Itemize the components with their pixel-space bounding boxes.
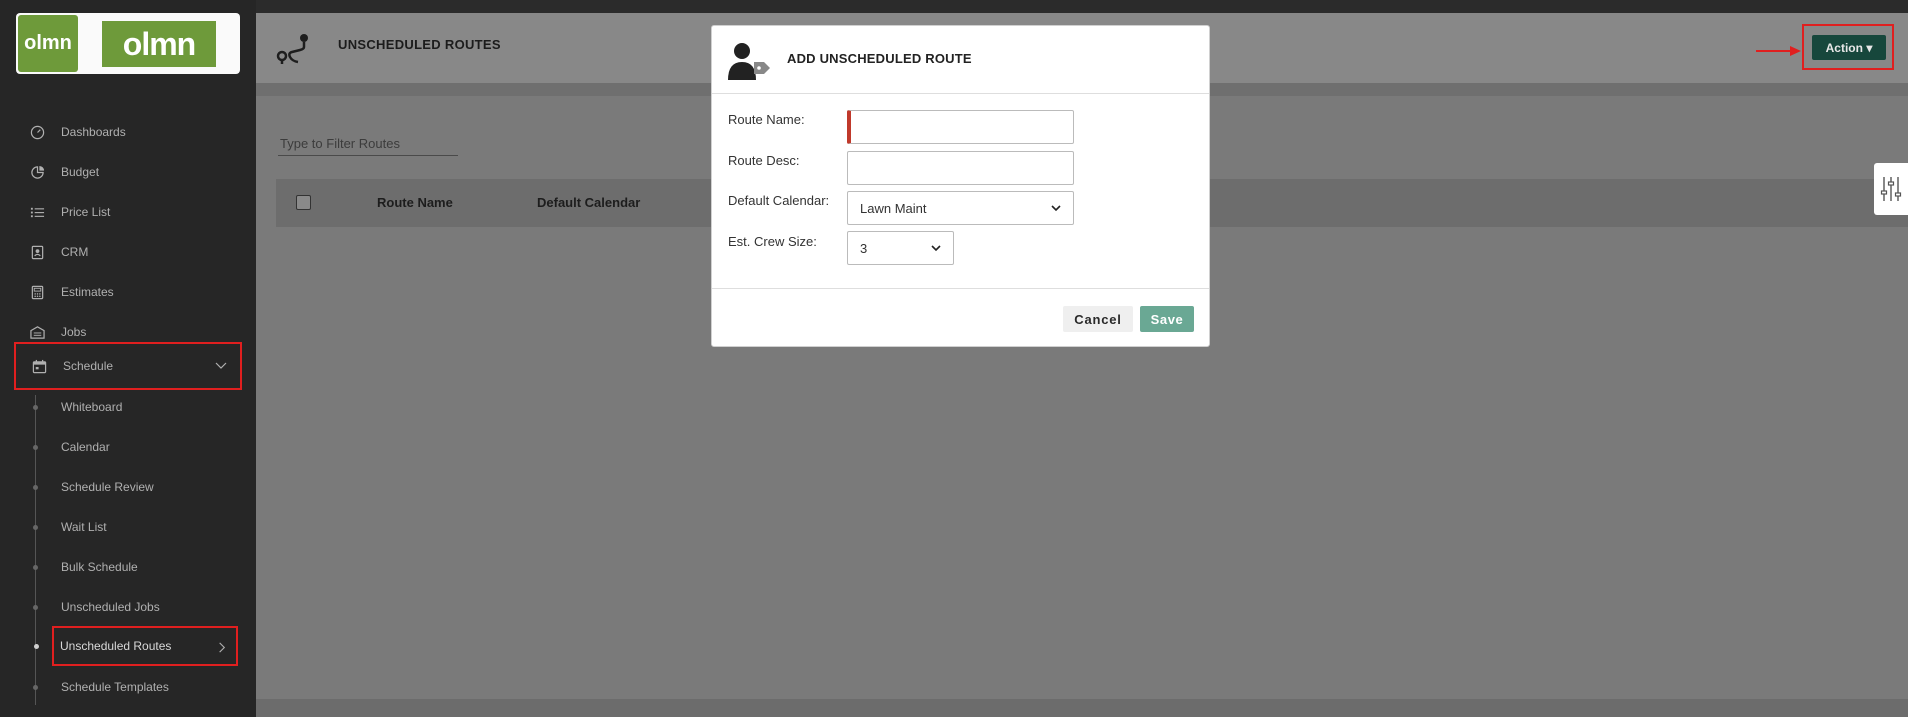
sidebar-subitem-calendar[interactable]: Calendar bbox=[30, 427, 240, 467]
contact-icon bbox=[28, 243, 46, 261]
bullet-dot bbox=[33, 604, 38, 610]
sidebar-subitem-label: Schedule Review bbox=[61, 480, 154, 494]
sidebar-item-label: Budget bbox=[61, 165, 100, 179]
bullet-dot bbox=[33, 404, 38, 410]
bullet-dot bbox=[33, 484, 38, 490]
chevron-down-icon[interactable] bbox=[214, 358, 228, 372]
sidebar-subitem-whiteboard[interactable]: Whiteboard bbox=[30, 387, 240, 427]
modal-header: ADD UNSCHEDULED ROUTE bbox=[712, 26, 1209, 94]
calculator-icon bbox=[28, 283, 46, 301]
sidebar-subitem-schedule-templates[interactable]: Schedule Templates bbox=[30, 667, 240, 707]
dashboard-icon bbox=[28, 123, 46, 141]
settings-sliders-button[interactable] bbox=[1874, 163, 1908, 215]
sidebar-item-label: Dashboards bbox=[61, 125, 126, 139]
default-calendar-label: Default Calendar: bbox=[728, 193, 830, 208]
sidebar-subitem-schedule-review[interactable]: Schedule Review bbox=[30, 467, 240, 507]
sliders-icon bbox=[1880, 177, 1902, 201]
sidebar-item-label: Schedule bbox=[63, 359, 114, 373]
user-tag-icon bbox=[728, 43, 770, 80]
modal-title: ADD UNSCHEDULED ROUTE bbox=[787, 51, 972, 66]
arrow-annotation-icon bbox=[1756, 46, 1801, 56]
action-label: Action bbox=[1825, 40, 1863, 55]
sidebar-item-estimates[interactable]: Estimates bbox=[14, 270, 242, 314]
sidebar-subitem-label: Unscheduled Routes bbox=[60, 639, 172, 653]
pie-chart-icon bbox=[28, 163, 46, 181]
crew-size-select[interactable]: 3 bbox=[847, 231, 954, 265]
crew-size-value: 3 bbox=[860, 240, 868, 256]
jobs-icon bbox=[28, 323, 46, 341]
sidebar-subitem-label: Bulk Schedule bbox=[61, 560, 138, 574]
caret-down-icon: ▾ bbox=[1866, 40, 1873, 55]
action-highlight: Action ▾ bbox=[1802, 24, 1894, 70]
logo-main[interactable]: olmn bbox=[102, 21, 216, 67]
bullet-dot bbox=[34, 643, 39, 649]
action-dropdown-button[interactable]: Action ▾ bbox=[1812, 35, 1886, 60]
route-name-label: Route Name: bbox=[728, 112, 805, 127]
chevron-down-icon bbox=[1051, 205, 1061, 212]
sidebar-item-label: Jobs bbox=[61, 325, 87, 339]
bullet-dot bbox=[33, 564, 38, 570]
sidebar-subitem-wait-list[interactable]: Wait List bbox=[30, 507, 240, 547]
sidebar-item-label: Price List bbox=[61, 205, 111, 219]
sidebar-item-dashboards[interactable]: Dashboards bbox=[14, 110, 242, 154]
sidebar-item-label: Estimates bbox=[61, 285, 114, 299]
sidebar-subitem-label: Calendar bbox=[61, 440, 110, 454]
sidebar-item-budget[interactable]: Budget bbox=[14, 150, 242, 194]
sidebar-subitem-unscheduled-jobs[interactable]: Unscheduled Jobs bbox=[30, 587, 240, 627]
add-route-modal: ADD UNSCHEDULED ROUTE Route Name: Route … bbox=[711, 25, 1210, 347]
column-route-name[interactable]: Route Name bbox=[377, 195, 453, 210]
sidebar-subitem-label: Wait List bbox=[61, 520, 107, 534]
modal-divider bbox=[712, 288, 1209, 289]
bullet-dot bbox=[33, 444, 38, 450]
save-button[interactable]: Save bbox=[1140, 306, 1194, 332]
sidebar-item-crm[interactable]: CRM bbox=[14, 230, 242, 274]
sidebar-item-price-list[interactable]: Price List bbox=[14, 190, 242, 234]
list-icon bbox=[28, 203, 46, 221]
column-default-calendar[interactable]: Default Calendar bbox=[537, 195, 640, 210]
sidebar-item-schedule[interactable]: Schedule bbox=[14, 342, 242, 390]
sidebar-item-label: CRM bbox=[61, 245, 89, 259]
crew-size-label: Est. Crew Size: bbox=[728, 234, 817, 249]
sidebar-subitem-label: Whiteboard bbox=[61, 400, 123, 414]
default-calendar-select[interactable]: Lawn Maint bbox=[847, 191, 1074, 225]
chevron-right-icon bbox=[219, 642, 226, 653]
cancel-button[interactable]: Cancel bbox=[1063, 306, 1133, 332]
sidebar-subitem-unscheduled-routes[interactable]: Unscheduled Routes bbox=[34, 626, 238, 666]
page-title: UNSCHEDULED ROUTES bbox=[338, 37, 501, 52]
route-desc-label: Route Desc: bbox=[728, 153, 800, 168]
sidebar: olmn olmn Dashboards Budget Price List C… bbox=[0, 0, 256, 717]
bullet-dot bbox=[33, 524, 38, 530]
logo-small[interactable]: olmn bbox=[18, 15, 78, 72]
footer-bar bbox=[256, 699, 1908, 717]
route-desc-input[interactable] bbox=[847, 151, 1074, 185]
sidebar-subitem-label: Unscheduled Jobs bbox=[61, 600, 160, 614]
sidebar-subitem-bulk-schedule[interactable]: Bulk Schedule bbox=[30, 547, 240, 587]
route-filter-input[interactable] bbox=[278, 132, 458, 156]
route-name-input[interactable] bbox=[847, 110, 1074, 144]
route-icon bbox=[276, 34, 308, 64]
select-all-checkbox[interactable] bbox=[296, 195, 311, 210]
sidebar-subitem-label: Schedule Templates bbox=[61, 680, 169, 694]
default-calendar-value: Lawn Maint bbox=[860, 200, 927, 216]
calendar-icon bbox=[30, 357, 48, 375]
bullet-dot bbox=[33, 684, 38, 690]
chevron-down-icon bbox=[931, 245, 941, 252]
logo-container: olmn olmn bbox=[16, 13, 240, 74]
